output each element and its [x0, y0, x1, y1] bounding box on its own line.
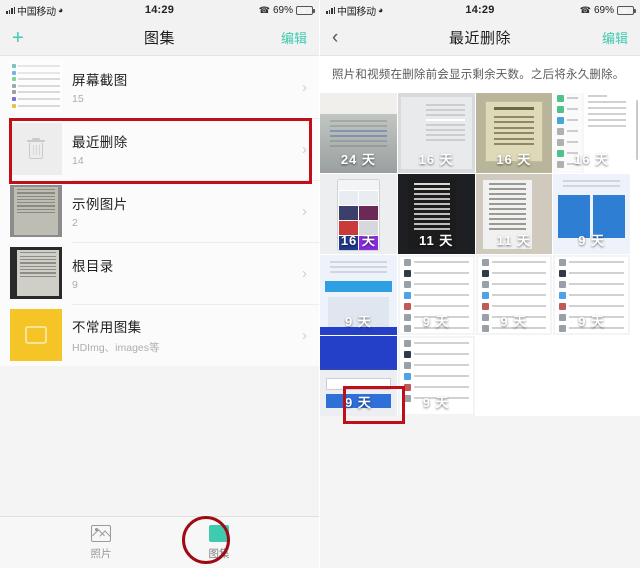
- photo-cell[interactable]: 9 天: [397, 254, 475, 335]
- vertical-scrollbar[interactable]: [636, 100, 638, 160]
- photo-cell[interactable]: 9 天: [553, 173, 630, 254]
- tab-photos[interactable]: 照片: [70, 524, 132, 561]
- photo-cell[interactable]: 9 天: [320, 254, 397, 335]
- page-title-recently-deleted: 最近删除: [448, 30, 511, 47]
- photo-cell-empty: [475, 335, 553, 416]
- tab-bar: 照片 图集: [0, 516, 319, 568]
- photo-cell[interactable]: 16 天: [553, 92, 630, 173]
- photo-cell-empty: [553, 335, 630, 416]
- album-list: 屏幕截图 15 › 最近删除 14 › 示例图片 2 › 根目录 9 › 不常用…: [0, 56, 319, 366]
- album-text-sample-pictures: 示例图片 2: [72, 193, 302, 229]
- status-bar-right-group: ☎ 69% ⚡: [258, 4, 315, 16]
- days-remaining-label: 11 天: [418, 232, 454, 248]
- days-remaining-label: 9 天: [422, 394, 450, 410]
- album-name: 根目录: [72, 259, 114, 274]
- photo-cell[interactable]: 9 天: [553, 254, 630, 335]
- chevron-right-icon: ›: [302, 326, 307, 344]
- album-text-screenshots: 屏幕截图 15: [72, 69, 302, 105]
- photo-cell[interactable]: 16 天: [397, 92, 475, 173]
- album-text-root-directory: 根目录 9: [72, 255, 302, 291]
- album-text-recently-deleted: 最近删除 14: [72, 131, 302, 167]
- tab-label: 图集: [208, 547, 230, 560]
- status-bar-right-group: ☎ 69% ⚡: [579, 4, 636, 16]
- album-name: 示例图片: [72, 197, 128, 212]
- album-row-uncommon-albums[interactable]: 不常用图集 HDImg、images等 ›: [0, 304, 319, 366]
- days-remaining-label: 16 天: [496, 151, 532, 167]
- photo-cell[interactable]: 11 天: [475, 173, 553, 254]
- album-thumbnail-screenshots: [10, 61, 62, 113]
- days-remaining-label: 9 天: [422, 313, 450, 329]
- call-forward-icon: ☎: [258, 4, 270, 15]
- nav-bar-right: ‹ 最近删除 编辑: [320, 20, 640, 56]
- photo-cell[interactable]: 9 天: [397, 335, 475, 416]
- right-screen-recently-deleted: 中国移动 ◕ 14:29 ☎ 69% ⚡ ‹ 最近删除 编辑 照片和视频在删除前…: [320, 0, 640, 568]
- album-row-sample-pictures[interactable]: 示例图片 2 ›: [0, 180, 319, 242]
- add-album-button[interactable]: +: [12, 28, 24, 48]
- days-remaining-label: 16 天: [418, 151, 454, 167]
- edit-button-left[interactable]: 编辑: [281, 28, 307, 47]
- battery-percent-label: 69%: [593, 4, 614, 16]
- dual-screenshot-composite: 中国移动 ◕ 14:29 ☎ 69% ⚡ + 图集 编辑 屏幕截图 15 › 最…: [0, 0, 640, 568]
- edit-button-right[interactable]: 编辑: [602, 28, 628, 47]
- album-count: HDImg、images等: [72, 341, 160, 354]
- album-thumbnail-root: [10, 247, 62, 299]
- deleted-photo-grid: 24 天 16 天 16 天 16 天 16 天 11 天 11 天 9 天 9…: [320, 92, 640, 416]
- page-title-albums: 图集: [143, 30, 175, 47]
- album-text-uncommon-albums: 不常用图集 HDImg、images等: [72, 316, 302, 355]
- tab-label: 照片: [90, 547, 112, 560]
- battery-percent-label: 69%: [272, 4, 293, 16]
- album-icon: [209, 524, 229, 542]
- album-name: 最近删除: [72, 135, 128, 150]
- status-bar-left: 中国移动 ◕ 14:29 ☎ 69% ⚡: [0, 0, 319, 20]
- album-row-recently-deleted[interactable]: 最近删除 14 ›: [0, 118, 319, 180]
- album-count: 2: [72, 217, 78, 229]
- nav-bar-left: + 图集 编辑: [0, 20, 319, 56]
- album-row-screenshots[interactable]: 屏幕截图 15 ›: [0, 56, 319, 118]
- chevron-right-icon: ›: [302, 140, 307, 158]
- days-remaining-label: 9 天: [500, 313, 528, 329]
- days-remaining-label: 11 天: [496, 232, 532, 248]
- battery-charging-icon: ⚡: [617, 5, 636, 16]
- album-thumbnail-uncommon: [10, 309, 62, 361]
- back-chevron-icon[interactable]: ‹: [332, 28, 338, 47]
- status-bar-right: 中国移动 ◕ 14:29 ☎ 69% ⚡: [320, 0, 640, 20]
- photo-cell[interactable]: 9 天: [320, 335, 397, 416]
- album-thumbnail-trash: [10, 123, 62, 175]
- days-remaining-label: 9 天: [344, 313, 372, 329]
- call-forward-icon: ☎: [579, 4, 591, 15]
- photo-cell[interactable]: 24 天: [320, 92, 397, 173]
- album-count: 15: [72, 93, 84, 105]
- photo-cell[interactable]: 16 天: [475, 92, 553, 173]
- chevron-right-icon: ›: [302, 202, 307, 220]
- retention-hint-text: 照片和视频在删除前会显示剩余天数。之后将永久删除。: [320, 56, 640, 93]
- photo-cell[interactable]: 11 天: [397, 173, 475, 254]
- days-remaining-label: 9 天: [578, 313, 606, 329]
- photo-cell[interactable]: 9 天: [475, 254, 553, 335]
- photo-icon: [91, 524, 111, 542]
- album-count: 14: [72, 155, 84, 167]
- left-screen-albums: 中国移动 ◕ 14:29 ☎ 69% ⚡ + 图集 编辑 屏幕截图 15 › 最…: [0, 0, 320, 568]
- days-remaining-label: 16 天: [340, 232, 376, 248]
- chevron-right-icon: ›: [302, 264, 307, 282]
- days-remaining-label: 9 天: [344, 394, 372, 410]
- days-remaining-label: 9 天: [578, 232, 606, 248]
- trash-icon: [27, 137, 45, 159]
- photo-cell[interactable]: 16 天: [320, 173, 397, 254]
- days-remaining-label: 24 天: [340, 151, 376, 167]
- album-count: 9: [72, 279, 78, 291]
- album-row-root-directory[interactable]: 根目录 9 ›: [0, 242, 319, 304]
- battery-charging-icon: ⚡: [296, 5, 315, 16]
- days-remaining-label: 16 天: [574, 151, 610, 167]
- album-name: 不常用图集: [72, 319, 142, 335]
- album-name: 屏幕截图: [72, 73, 128, 88]
- album-thumbnail-sample: [10, 185, 62, 237]
- tab-albums[interactable]: 图集: [188, 524, 250, 561]
- chevron-right-icon: ›: [302, 78, 307, 96]
- folder-square-icon: [25, 326, 47, 344]
